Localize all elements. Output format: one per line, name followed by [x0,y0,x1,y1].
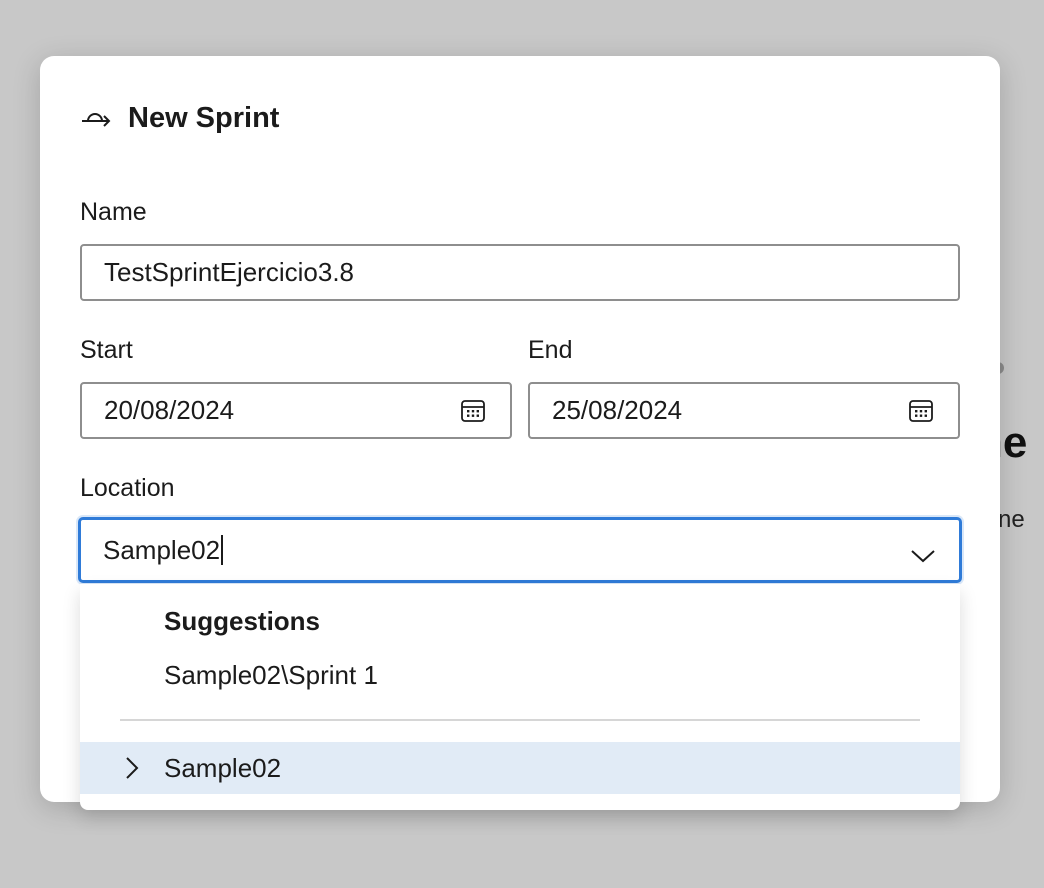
location-dropdown: Suggestions Sample02\Sprint 1 Sample02 [80,584,960,810]
location-input-value: Sample02 [103,534,221,565]
end-date-value: 25/08/2024 [552,395,683,425]
suggestion-item[interactable]: Sample02\Sprint 1 [164,660,378,691]
tree-item-sample02[interactable]: Sample02 [80,742,960,794]
calendar-icon[interactable] [460,398,486,424]
location-combobox[interactable]: Sample02 [78,517,962,583]
dialog-title: New Sprint [128,101,280,134]
calendar-icon[interactable] [908,398,934,424]
start-date-value: 20/08/2024 [104,395,235,425]
sprint-icon [82,106,112,130]
chevron-right-icon[interactable] [122,756,140,780]
name-input[interactable]: TestSprintEjercicio3.8 [80,244,960,301]
name-label: Name [80,198,147,226]
tree-item-label: Sample02 [164,753,282,783]
end-date-input[interactable]: 25/08/2024 [528,382,960,439]
suggestions-header: Suggestions [164,606,321,636]
start-label: Start [80,336,133,364]
dialog-header: New Sprint [82,98,279,138]
text-caret [221,535,224,565]
end-label: End [528,336,573,364]
name-input-value: TestSprintEjercicio3.8 [104,257,354,287]
chevron-down-icon[interactable] [909,541,937,563]
start-date-input[interactable]: 20/08/2024 [80,382,512,439]
location-label: Location [80,474,175,502]
dropdown-divider [120,719,920,721]
